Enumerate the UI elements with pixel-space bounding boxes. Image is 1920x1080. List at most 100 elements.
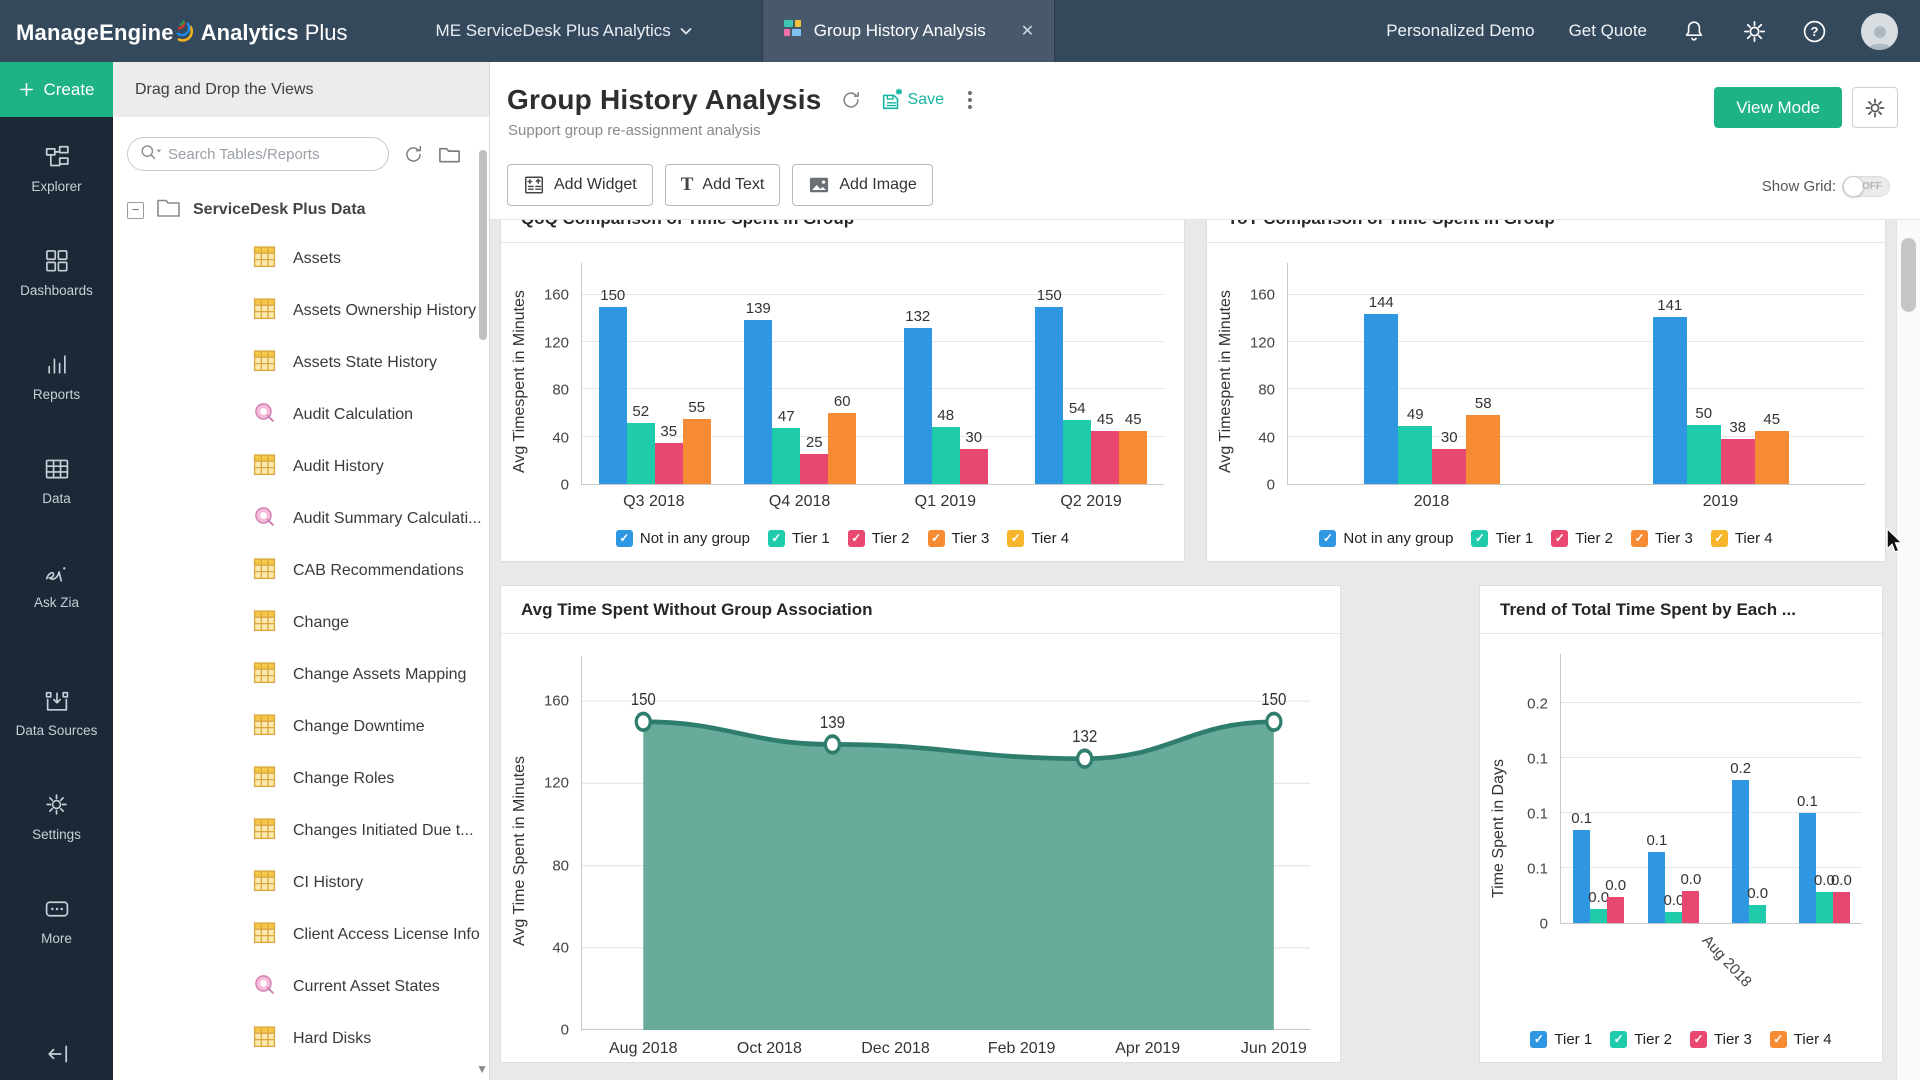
legend-item-tier-1[interactable]: ✓Tier 1 xyxy=(1530,1031,1592,1048)
legend-item-tier-3[interactable]: ✓Tier 3 xyxy=(1690,1031,1752,1048)
tree-item-current-asset-states[interactable]: Current Asset States xyxy=(113,961,489,1013)
legend-item-not-in-any-group[interactable]: ✓Not in any group xyxy=(616,530,750,547)
tree-item-change-assets-mapping[interactable]: Change Assets Mapping xyxy=(113,649,489,701)
view-mode-button[interactable]: View Mode xyxy=(1714,87,1842,128)
tree-item-assets[interactable]: Assets xyxy=(113,233,489,285)
bar-tier-2[interactable]: 38 xyxy=(1721,439,1755,484)
legend-item-tier-2[interactable]: ✓Tier 2 xyxy=(1610,1031,1672,1048)
tree-item-audit-history[interactable]: Audit History xyxy=(113,441,489,493)
tab-close-icon[interactable]: ✕ xyxy=(1021,21,1034,41)
bar-tier-1[interactable]: 0.1 xyxy=(1573,830,1590,923)
bar-tier-3[interactable]: 45 xyxy=(1755,431,1789,484)
refresh-dashboard-icon[interactable] xyxy=(840,89,862,111)
legend-item-tier-2[interactable]: ✓Tier 2 xyxy=(1551,530,1613,547)
tree-item-hard-disks[interactable]: Hard Disks xyxy=(113,1013,489,1065)
bar-tier-2[interactable]: 30 xyxy=(960,449,988,484)
bar-tier-2[interactable]: 30 xyxy=(1432,449,1466,484)
show-grid-toggle[interactable]: OFF xyxy=(1842,176,1890,197)
bar-tier-2[interactable]: 0.0 xyxy=(1749,905,1766,923)
bar-tier-3[interactable]: 0.0 xyxy=(1682,891,1699,923)
add-text-button[interactable]: T Add Text xyxy=(665,164,781,206)
tree-root-servicedesk-plus-data[interactable]: − ServiceDesk Plus Data xyxy=(113,187,489,233)
bar-tier-1[interactable]: 52 xyxy=(627,423,655,484)
bar-tier-2[interactable]: 0.0 xyxy=(1665,912,1682,923)
tab-group-history-analysis[interactable]: Group History Analysis ✕ xyxy=(762,0,1055,62)
sidebar-item-explorer[interactable]: Explorer xyxy=(0,117,113,221)
bar-tier-2[interactable]: 25 xyxy=(800,454,828,484)
main-scrollbar[interactable] xyxy=(1896,220,1920,1080)
views-scrollbar-thumb[interactable] xyxy=(479,150,487,340)
bar-tier-2[interactable]: 0.0 xyxy=(1816,892,1833,923)
search-box[interactable] xyxy=(127,137,389,171)
sidebar-item-ask-zia[interactable]: Ask Zia xyxy=(0,533,113,637)
sidebar-item-reports[interactable]: Reports xyxy=(0,325,113,429)
sidebar-item-data[interactable]: Data xyxy=(0,429,113,533)
tree-item-change-roles[interactable]: Change Roles xyxy=(113,753,489,805)
sidebar-item-data-sources[interactable]: Data Sources xyxy=(0,661,113,765)
tree-item-change-downtime[interactable]: Change Downtime xyxy=(113,701,489,753)
tree-item-audit-summary-calculati[interactable]: Audit Summary Calculati... xyxy=(113,493,489,545)
more-options-kebab-icon[interactable] xyxy=(962,89,978,111)
bar-tier-2[interactable]: 35 xyxy=(655,443,683,484)
tree-item-audit-calculation[interactable]: Audit Calculation xyxy=(113,389,489,441)
legend-item-tier-4[interactable]: ✓Tier 4 xyxy=(1711,530,1773,547)
bar-not-in-any-group[interactable]: 144 xyxy=(1364,314,1398,484)
tree-item-ci-history[interactable]: CI History xyxy=(113,857,489,909)
legend-item-tier-1[interactable]: ✓Tier 1 xyxy=(1471,530,1533,547)
bar-tier-1[interactable]: 48 xyxy=(932,427,960,484)
create-button[interactable]: Create xyxy=(0,62,113,117)
save-button[interactable]: Save xyxy=(880,88,944,112)
refresh-views-icon[interactable] xyxy=(403,144,424,165)
bar-not-in-any-group[interactable]: 141 xyxy=(1653,317,1687,484)
bar-not-in-any-group[interactable]: 139 xyxy=(744,320,772,484)
help-icon[interactable]: ? xyxy=(1801,18,1827,44)
bar-tier-3[interactable]: 55 xyxy=(683,419,711,484)
get-quote-link[interactable]: Get Quote xyxy=(1569,21,1647,41)
folder-view-icon[interactable] xyxy=(438,144,461,164)
dashboard-settings-button[interactable] xyxy=(1852,87,1898,128)
bar-tier-3[interactable]: 58 xyxy=(1466,415,1500,484)
bar-tier-1[interactable]: 0.1 xyxy=(1648,852,1665,923)
bar-tier-1[interactable]: 0.1 xyxy=(1799,813,1816,923)
legend-item-tier-1[interactable]: ✓Tier 1 xyxy=(768,530,830,547)
bar-not-in-any-group[interactable]: 150 xyxy=(1035,307,1063,484)
legend-item-tier-2[interactable]: ✓Tier 2 xyxy=(848,530,910,547)
workspace-dropdown[interactable]: ME ServiceDesk Plus Analytics xyxy=(436,21,692,41)
settings-gear-icon[interactable] xyxy=(1741,18,1767,44)
bar-tier-1[interactable]: 50 xyxy=(1687,425,1721,484)
notifications-bell-icon[interactable] xyxy=(1681,18,1707,44)
legend-item-tier-4[interactable]: ✓Tier 4 xyxy=(1007,530,1069,547)
collapse-sidebar-button[interactable] xyxy=(0,1028,113,1080)
add-image-button[interactable]: Add Image xyxy=(792,164,932,206)
bar-not-in-any-group[interactable]: 132 xyxy=(904,328,932,484)
add-widget-button[interactable]: Add Widget xyxy=(507,164,653,206)
legend-item-tier-3[interactable]: ✓Tier 3 xyxy=(928,530,990,547)
bar-tier-2[interactable]: 0.0 xyxy=(1590,909,1607,923)
bar-tier-1[interactable]: 49 xyxy=(1398,426,1432,484)
legend-item-tier-4[interactable]: ✓Tier 4 xyxy=(1770,1031,1832,1048)
bar-tier-3[interactable]: 60 xyxy=(828,413,856,484)
user-avatar[interactable] xyxy=(1861,13,1898,50)
tree-item-change[interactable]: Change xyxy=(113,597,489,649)
bar-tier-3[interactable]: 0.0 xyxy=(1607,897,1624,923)
search-input[interactable] xyxy=(168,146,348,163)
tree-item-assets-ownership-history[interactable]: Assets Ownership History xyxy=(113,285,489,337)
main-scrollbar-thumb[interactable] xyxy=(1901,238,1916,312)
legend-item-tier-3[interactable]: ✓Tier 3 xyxy=(1631,530,1693,547)
bar-tier-1[interactable]: 54 xyxy=(1063,420,1091,484)
views-scrollbar-down-arrow[interactable]: ▼ xyxy=(476,1062,488,1076)
bar-tier-1[interactable]: 47 xyxy=(772,428,800,484)
bar-not-in-any-group[interactable]: 150 xyxy=(599,307,627,484)
tree-item-changes-initiated-due-t[interactable]: Changes Initiated Due t... xyxy=(113,805,489,857)
sidebar-item-dashboards[interactable]: Dashboards xyxy=(0,221,113,325)
sidebar-item-more[interactable]: More xyxy=(0,869,113,973)
collapse-node-icon[interactable]: − xyxy=(127,202,144,219)
tree-item-assets-state-history[interactable]: Assets State History xyxy=(113,337,489,389)
tree-item-client-access-license-info[interactable]: Client Access License Info xyxy=(113,909,489,961)
sidebar-item-settings[interactable]: Settings xyxy=(0,765,113,869)
bar-tier-2[interactable]: 45 xyxy=(1091,431,1119,484)
bar-tier-3[interactable]: 45 xyxy=(1119,431,1147,484)
personalized-demo-link[interactable]: Personalized Demo xyxy=(1386,21,1534,41)
bar-tier-3[interactable]: 0.0 xyxy=(1833,892,1850,923)
legend-item-not-in-any-group[interactable]: ✓Not in any group xyxy=(1319,530,1453,547)
